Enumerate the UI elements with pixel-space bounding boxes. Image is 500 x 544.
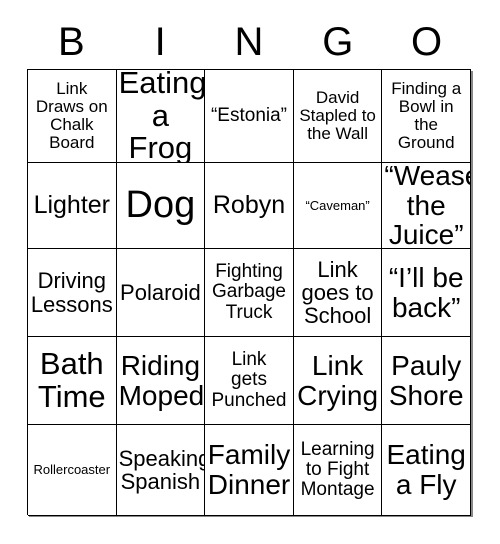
bingo-cell[interactable]: Speaking Spanish xyxy=(116,425,206,516)
header-letter-b: B xyxy=(58,19,85,64)
bingo-cell[interactable]: David Stapled to the Wall xyxy=(293,70,383,163)
bingo-cell-label: Fighting Garbage Truck xyxy=(212,261,286,323)
bingo-cell[interactable]: “Wease the Juice” xyxy=(382,163,471,249)
bingo-cell[interactable]: Family Dinner xyxy=(205,425,294,516)
bingo-cell-label: Family Dinner xyxy=(207,439,291,500)
bingo-cell-label: Link gets Punched xyxy=(211,349,287,411)
bingo-cell[interactable]: Eating a Fly xyxy=(382,425,471,516)
header-letter-o: O xyxy=(411,19,443,64)
bingo-header: B I N G O xyxy=(27,14,471,69)
bingo-cell-label: Link goes to School xyxy=(301,256,374,329)
bingo-cell[interactable]: Finding a Bowl in the Ground xyxy=(382,70,471,163)
bingo-cell-label: Lighter xyxy=(33,191,111,220)
bingo-cell[interactable]: Polaroid xyxy=(116,249,206,337)
bingo-cell-label: Finding a Bowl in the Ground xyxy=(391,78,462,153)
bingo-cell-label: Polaroid xyxy=(120,279,201,305)
bingo-cell-label: Speaking Spanish xyxy=(118,445,206,494)
bingo-cell[interactable]: Link Crying xyxy=(293,337,383,425)
bingo-cell-label: “I’ll be back” xyxy=(388,261,464,323)
bingo-cell-label: “Estonia” xyxy=(210,104,287,126)
bingo-cell-label: Bath Time xyxy=(37,345,106,414)
bingo-cell-label: Riding Moped xyxy=(118,349,205,411)
bingo-cell[interactable]: “Caveman” xyxy=(293,163,383,249)
bingo-cell-label: David Stapled to the Wall xyxy=(299,87,376,143)
bingo-cell[interactable]: Link Draws on Chalk Board xyxy=(28,70,117,163)
bingo-cell-label: Robyn xyxy=(212,191,286,220)
header-letter-g: G xyxy=(322,19,354,64)
bingo-cell-label: Link Crying xyxy=(297,349,379,411)
bingo-cell[interactable]: Learning to Fight Montage xyxy=(293,425,383,516)
bingo-cell-label: Link Draws on Chalk Board xyxy=(35,78,108,153)
bingo-cell[interactable]: Robyn xyxy=(205,163,294,249)
bingo-cell-label: Dog xyxy=(125,184,196,227)
bingo-cell-label: Pauly Shore xyxy=(388,349,464,411)
bingo-cell[interactable]: Rollercoaster xyxy=(28,425,117,516)
bingo-cell[interactable]: Pauly Shore xyxy=(382,337,471,425)
bingo-cell-label: Rollercoaster xyxy=(33,462,111,478)
header-letter-i: I xyxy=(154,19,166,64)
bingo-cell-label: “Wease the Juice” xyxy=(384,163,471,249)
bingo-cell[interactable]: Link goes to School xyxy=(293,249,383,337)
bingo-cell[interactable]: Driving Lessons xyxy=(28,249,117,337)
bingo-cell[interactable]: Dog xyxy=(116,163,206,249)
bingo-cell-label: Driving Lessons xyxy=(30,268,113,317)
bingo-cell[interactable]: Bath Time xyxy=(28,337,117,425)
bingo-cell-label: “Caveman” xyxy=(305,197,370,213)
bingo-cell-label: Eating a Frog xyxy=(118,70,206,163)
bingo-grid: Link Draws on Chalk Board Eating a Frog … xyxy=(27,69,471,516)
bingo-cell-label: Learning to Fight Montage xyxy=(300,438,375,501)
bingo-cell[interactable]: Riding Moped xyxy=(116,337,206,425)
bingo-cell-label: Eating a Fly xyxy=(386,439,466,500)
bingo-card: B I N G O Link Draws on Chalk Board Eati… xyxy=(0,0,500,544)
header-letter-n: N xyxy=(234,19,264,64)
bingo-cell[interactable]: “Estonia” xyxy=(205,70,294,163)
bingo-cell[interactable]: Fighting Garbage Truck xyxy=(205,249,294,337)
bingo-cell[interactable]: “I’ll be back” xyxy=(382,249,471,337)
bingo-cell[interactable]: Eating a Frog xyxy=(116,70,206,163)
bingo-cell[interactable]: Lighter xyxy=(28,163,117,249)
bingo-cell[interactable]: Link gets Punched xyxy=(205,337,294,425)
